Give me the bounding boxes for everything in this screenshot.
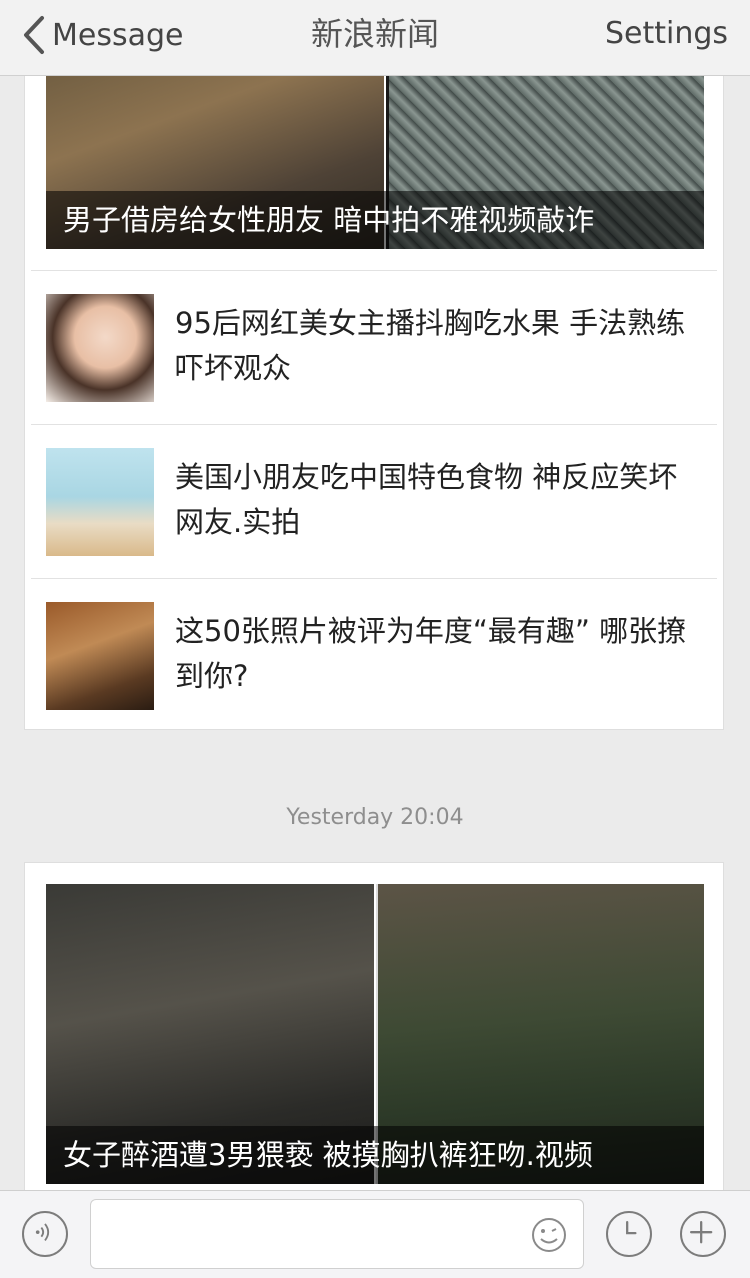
message-timestamp: Yesterday 20:04 xyxy=(286,805,464,830)
hero-article[interactable]: 男子借房给女性朋友 暗中拍不雅视频敲诈 xyxy=(46,51,704,249)
news-card: 男子借房给女性朋友 暗中拍不雅视频敲诈 95后网红美女主播抖胸吃水果 手法熟练吓… xyxy=(24,40,724,730)
message-input[interactable] xyxy=(90,1199,584,1269)
news-thumbnail xyxy=(46,448,154,556)
hero-caption: 女子醉酒遭3男猥亵 被摸胸扒裤狂吻.视频 xyxy=(46,1126,704,1184)
clock-icon[interactable] xyxy=(606,1211,652,1257)
settings-button[interactable]: Settings xyxy=(605,12,728,56)
emoji-icon[interactable] xyxy=(531,1217,567,1253)
voice-icon[interactable] xyxy=(22,1211,68,1257)
news-thumbnail xyxy=(46,602,154,710)
hero-caption: 男子借房给女性朋友 暗中拍不雅视频敲诈 xyxy=(46,191,704,249)
plus-icon[interactable] xyxy=(680,1211,726,1257)
chevron-left-icon xyxy=(24,16,44,54)
news-item[interactable]: 美国小朋友吃中国特色食物 神反应笑坏网友.实拍 xyxy=(25,425,725,579)
back-label: Message xyxy=(52,17,184,53)
news-item[interactable]: 95后网红美女主播抖胸吃水果 手法熟练吓坏观众 xyxy=(25,271,725,425)
news-card: 女子醉酒遭3男猥亵 被摸胸扒裤狂吻.视频 xyxy=(24,862,724,1222)
news-title: 95后网红美女主播抖胸吃水果 手法熟练吓坏观众 xyxy=(175,306,686,385)
chat-toolbar xyxy=(0,1190,750,1278)
news-thumbnail xyxy=(46,294,154,402)
news-title: 美国小朋友吃中国特色食物 神反应笑坏网友.实拍 xyxy=(175,460,678,539)
hero-article[interactable]: 女子醉酒遭3男猥亵 被摸胸扒裤狂吻.视频 xyxy=(46,884,704,1184)
news-item[interactable]: 这50张照片被评为年度“最有趣” 哪张撩到你? xyxy=(25,579,725,733)
navigation-bar: Message 新浪新闻 Settings xyxy=(0,0,750,76)
news-title: 这50张照片被评为年度“最有趣” 哪张撩到你? xyxy=(175,614,687,693)
back-button[interactable]: Message xyxy=(22,12,183,58)
